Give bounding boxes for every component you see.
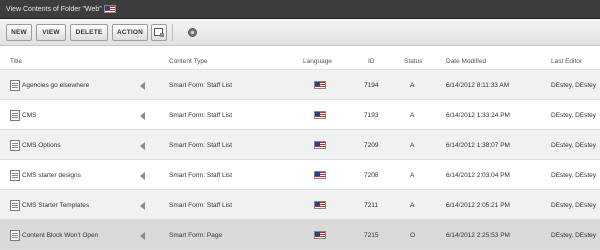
column-header-last-editor[interactable]: Last Editor xyxy=(551,58,582,65)
row-id: 7208 xyxy=(364,172,379,179)
table-row[interactable]: CMS Starter Templates Smart Form: Staff … xyxy=(0,190,600,220)
row-content-type: Smart Form: Staff List xyxy=(169,112,233,119)
column-header-status[interactable]: Status xyxy=(404,58,422,65)
us-flag-icon xyxy=(314,141,326,149)
row-date-modified: 6/14/2012 2:03:04 PM xyxy=(446,172,510,179)
row-title[interactable]: CMS Options xyxy=(22,142,61,149)
row-id: 7215 xyxy=(364,232,379,239)
column-header-title[interactable]: Title xyxy=(10,58,22,65)
window-title: View Contents of Folder "Web" xyxy=(6,6,102,13)
action-button[interactable]: ACTION xyxy=(112,24,148,41)
document-icon xyxy=(10,140,20,151)
document-icon xyxy=(10,230,20,241)
row-id: 7209 xyxy=(364,142,379,149)
audio-icon[interactable] xyxy=(140,232,145,240)
toolbar: NEW VIEW DELETE ACTION xyxy=(0,19,600,46)
row-status: A xyxy=(410,142,415,149)
us-flag-icon xyxy=(314,201,326,209)
row-content-type: Smart Form: Staff List xyxy=(169,172,233,179)
row-title[interactable]: Agencies go elsewhere xyxy=(22,82,89,89)
table-row[interactable]: CMS Options Smart Form: Staff List 7209 … xyxy=(0,130,600,160)
row-id: 7193 xyxy=(364,112,379,119)
row-last-editor: DEstey, DEstey xyxy=(551,172,597,179)
row-status: A xyxy=(410,202,415,209)
row-last-editor: DEstey, DEstey xyxy=(551,202,597,209)
document-icon xyxy=(10,80,20,91)
audio-icon[interactable] xyxy=(140,112,145,120)
row-last-editor: DEstey, DEstey xyxy=(551,112,597,119)
help-icon[interactable] xyxy=(188,28,197,37)
row-title[interactable]: CMS starter designs xyxy=(22,172,81,179)
row-status: A xyxy=(410,112,415,119)
column-header-date-modified[interactable]: Date Modified xyxy=(446,58,486,65)
us-flag-icon xyxy=(314,231,326,239)
layout-icon[interactable] xyxy=(151,24,167,41)
row-date-modified: 6/14/2012 2:05:21 PM xyxy=(446,202,510,209)
window-titlebar: View Contents of Folder "Web" xyxy=(0,0,600,19)
row-date-modified: 6/14/2012 1:38:07 PM xyxy=(446,142,510,149)
table-header: Title Content Type Language ID Status Da… xyxy=(0,46,600,70)
new-button[interactable]: NEW xyxy=(6,24,32,41)
row-title[interactable]: CMS Starter Templates xyxy=(22,202,89,209)
row-status: A xyxy=(410,82,415,89)
row-date-modified: 6/14/2012 8:11:33 AM xyxy=(446,82,510,89)
document-icon xyxy=(10,200,20,211)
document-icon xyxy=(10,110,20,121)
row-content-type: Smart Form: Page xyxy=(169,232,223,239)
document-icon xyxy=(10,170,20,181)
row-title[interactable]: CMS xyxy=(22,112,36,119)
row-status: O xyxy=(410,232,416,239)
audio-icon[interactable] xyxy=(140,142,145,150)
us-flag-icon xyxy=(314,111,326,119)
row-content-type: Smart Form: Staff List xyxy=(169,202,233,209)
row-last-editor: DEstey, DEstey xyxy=(551,82,597,89)
row-last-editor: DEstey, DEstey xyxy=(551,142,597,149)
row-title[interactable]: Content Block Won't Open xyxy=(22,232,98,239)
table-row[interactable]: CMS Smart Form: Staff List 7193 A 6/14/2… xyxy=(0,100,600,130)
row-content-type: Smart Form: Staff List xyxy=(169,142,233,149)
column-header-language[interactable]: Language xyxy=(303,58,332,65)
row-id: 7194 xyxy=(364,82,379,89)
audio-icon[interactable] xyxy=(140,202,145,210)
us-flag-icon xyxy=(314,171,326,179)
column-header-content-type[interactable]: Content Type xyxy=(169,58,208,65)
column-header-id[interactable]: ID xyxy=(368,58,375,65)
row-id: 7211 xyxy=(364,202,378,209)
delete-button[interactable]: DELETE xyxy=(70,24,108,41)
us-flag-icon xyxy=(314,81,326,89)
toolbar-separator xyxy=(172,24,173,41)
row-content-type: Smart Form: Staff List xyxy=(169,82,233,89)
row-last-editor: DEstey, DEstey xyxy=(551,232,597,239)
row-status: A xyxy=(410,172,415,179)
us-flag-icon xyxy=(104,5,116,13)
view-button[interactable]: VIEW xyxy=(36,24,66,41)
audio-icon[interactable] xyxy=(140,172,145,180)
table-row[interactable]: Content Block Won't Open Smart Form: Pag… xyxy=(0,220,600,250)
table-row[interactable]: Agencies go elsewhere Smart Form: Staff … xyxy=(0,70,600,100)
table-row[interactable]: CMS starter designs Smart Form: Staff Li… xyxy=(0,160,600,190)
row-date-modified: 6/14/2012 2:25:53 PM xyxy=(446,232,510,239)
row-date-modified: 6/14/2012 1:33:24 PM xyxy=(446,112,510,119)
audio-icon[interactable] xyxy=(140,82,145,90)
